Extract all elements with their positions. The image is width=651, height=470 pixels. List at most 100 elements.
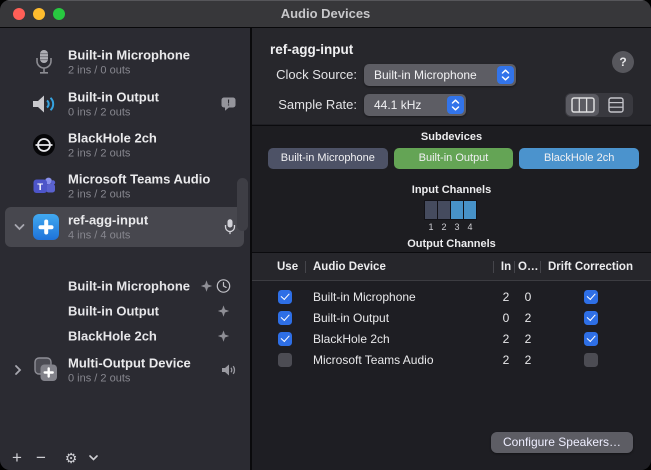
input-channel-cell xyxy=(464,201,476,219)
input-channel-cell xyxy=(451,201,463,219)
subdevice-row-built-in-microphone[interactable]: Built-in Microphone xyxy=(0,274,250,298)
popup-stepper-icon xyxy=(497,66,514,84)
page-title: ref-agg-input xyxy=(270,42,353,57)
row-in-count: 2 xyxy=(496,350,516,371)
device-name: ref-agg-input xyxy=(68,212,148,229)
aggregate-device-icon xyxy=(30,214,62,240)
speaker-indicator-icon xyxy=(221,364,236,377)
add-device-button[interactable]: + xyxy=(8,447,26,469)
device-name: Built-in Microphone xyxy=(68,47,190,64)
row-device-name: Microsoft Teams Audio xyxy=(313,350,434,371)
teams-icon: T xyxy=(28,175,60,197)
sidebar-toolbar: + − ⚙ xyxy=(0,446,250,470)
window-title: Audio Devices xyxy=(0,0,651,28)
row-device-name: BlackHole 2ch xyxy=(313,329,390,350)
svg-text:T: T xyxy=(37,182,43,193)
device-row-blackhole-2ch[interactable]: BlackHole 2ch 2 ins / 2 outs xyxy=(0,125,250,165)
device-io-detail: 4 ins / 4 outs xyxy=(68,229,148,243)
row-device-name: Built-in Microphone xyxy=(313,287,416,308)
drift-sparkle-icon xyxy=(217,305,230,318)
clock-source-popup[interactable]: Built-in Microphone xyxy=(364,64,516,86)
row-in-count: 2 xyxy=(496,287,516,308)
sidebar-scrollbar[interactable] xyxy=(237,178,248,231)
subdevice-pills: Built-in Microphone Built-in Output Blac… xyxy=(268,148,639,169)
drift-correction-checkbox[interactable] xyxy=(584,290,598,304)
device-sidebar: Built-in Microphone 2 ins / 0 outs Built… xyxy=(0,28,250,470)
blackhole-icon xyxy=(28,133,60,157)
device-name: Built-in Output xyxy=(68,89,159,106)
sample-rate-popup[interactable]: 44.1 kHz xyxy=(364,94,466,116)
drift-correction-checkbox[interactable] xyxy=(584,353,598,367)
device-row-ref-agg-input-selected[interactable]: ref-agg-input 4 ins / 4 outs xyxy=(0,207,250,247)
titlebar: Audio Devices xyxy=(0,0,651,28)
speaker-output-icon xyxy=(28,92,60,116)
input-channel-cell xyxy=(425,201,437,219)
multi-output-device-icon xyxy=(30,356,62,384)
subdevice-row-built-in-output[interactable]: Built-in Output xyxy=(0,299,250,323)
device-io-detail: 0 ins / 2 outs xyxy=(68,372,191,386)
device-io-detail: 2 ins / 0 outs xyxy=(68,64,190,78)
gear-chevron-down-icon[interactable] xyxy=(86,447,100,469)
drift-correction-checkbox[interactable] xyxy=(584,311,598,325)
alert-bubble-icon[interactable]: ! xyxy=(221,97,236,111)
rows-view-button[interactable] xyxy=(599,94,632,116)
table-row: Microsoft Teams Audio 2 2 xyxy=(252,350,651,371)
row-device-name: Built-in Output xyxy=(313,308,389,329)
chevron-right-icon[interactable] xyxy=(14,365,22,376)
view-segmented-control xyxy=(565,93,633,117)
configure-speakers-button[interactable]: Configure Speakers… xyxy=(491,432,633,453)
input-channel-numbers: 1 2 3 4 xyxy=(424,221,477,233)
sample-rate-label: Sample Rate: xyxy=(262,97,357,113)
microphone-indicator-icon xyxy=(224,219,236,236)
subdevice-pill-blackhole-2ch[interactable]: BlackHole 2ch xyxy=(519,148,639,169)
drift-sparkle-icon xyxy=(200,280,213,293)
column-header-out: O… xyxy=(518,253,538,281)
use-checkbox[interactable] xyxy=(278,353,292,367)
row-out-count: 2 xyxy=(516,308,540,329)
drift-correction-checkbox[interactable] xyxy=(584,332,598,346)
subdevice-table-header: Use Audio Device In O… Drift Correction xyxy=(252,252,651,281)
subdevices-heading: Subdevices xyxy=(252,131,651,143)
gear-icon[interactable]: ⚙ xyxy=(62,447,80,469)
subdevice-pill-built-in-microphone[interactable]: Built-in Microphone xyxy=(268,148,388,169)
subdevice-name: Built-in Output xyxy=(68,304,159,319)
row-out-count: 2 xyxy=(516,350,540,371)
microphone-icon xyxy=(28,49,60,75)
column-header-audio-device: Audio Device xyxy=(313,253,386,281)
device-row-built-in-microphone[interactable]: Built-in Microphone 2 ins / 0 outs xyxy=(0,42,250,82)
input-channel-strip xyxy=(424,200,477,220)
clock-source-label: Clock Source: xyxy=(262,67,357,83)
columns-view-button[interactable] xyxy=(566,94,599,116)
subdevice-table: Built-in Microphone 2 0 Built-in Output … xyxy=(252,282,651,470)
audio-devices-window: Audio Devices Built-in Microphone 2 ins … xyxy=(0,0,651,470)
device-row-microsoft-teams-audio[interactable]: T Microsoft Teams Audio 2 ins / 2 outs xyxy=(0,166,250,206)
row-in-count: 2 xyxy=(496,329,516,350)
use-checkbox[interactable] xyxy=(278,332,292,346)
clock-source-icon xyxy=(216,279,231,294)
svg-text:!: ! xyxy=(227,97,230,107)
clock-source-value: Built-in Microphone xyxy=(374,68,477,82)
table-row: Built-in Output 0 2 xyxy=(252,308,651,329)
subdevice-pill-built-in-output[interactable]: Built-in Output xyxy=(394,148,514,169)
sample-rate-value: 44.1 kHz xyxy=(374,98,421,112)
column-header-use: Use xyxy=(277,253,298,281)
subdevice-name: Built-in Microphone xyxy=(68,279,190,294)
chevron-down-icon[interactable] xyxy=(14,223,25,231)
input-channel-cell xyxy=(438,201,450,219)
row-out-count: 0 xyxy=(516,287,540,308)
column-header-drift-correction: Drift Correction xyxy=(548,253,633,281)
row-out-count: 2 xyxy=(516,329,540,350)
use-checkbox[interactable] xyxy=(278,311,292,325)
use-checkbox[interactable] xyxy=(278,290,292,304)
table-row: BlackHole 2ch 2 2 xyxy=(252,329,651,350)
device-name: Multi-Output Device xyxy=(68,355,191,372)
column-header-in: In xyxy=(497,253,515,281)
input-channels-heading: Input Channels xyxy=(252,184,651,196)
remove-device-button[interactable]: − xyxy=(32,447,50,469)
device-row-built-in-output[interactable]: Built-in Output 0 ins / 2 outs ! xyxy=(0,84,250,124)
device-row-multi-output-device[interactable]: Multi-Output Device 0 ins / 2 outs xyxy=(0,350,250,390)
subdevices-section: Subdevices Built-in Microphone Built-in … xyxy=(252,125,651,252)
output-channels-heading: Output Channels xyxy=(252,238,651,250)
table-row: Built-in Microphone 2 0 xyxy=(252,287,651,308)
help-button[interactable]: ? xyxy=(612,51,634,73)
